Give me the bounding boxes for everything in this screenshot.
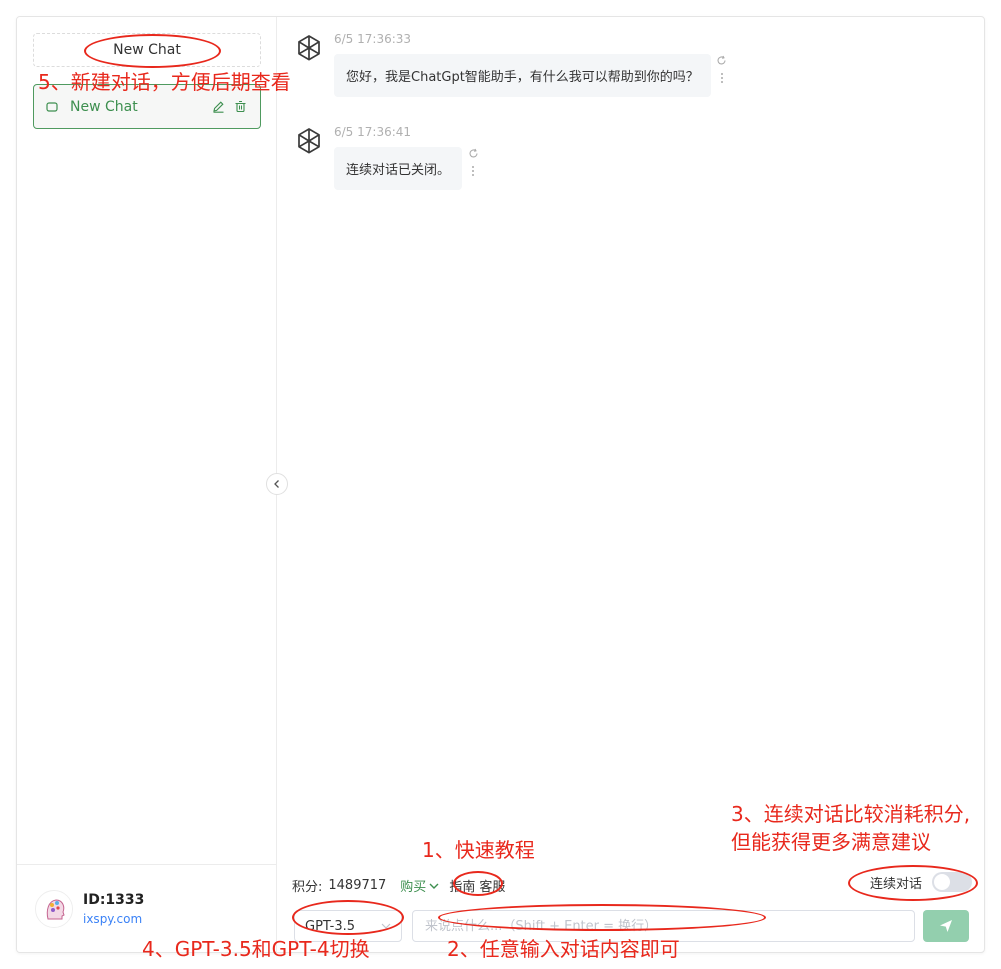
user-site-link[interactable]: ixspy.com: [83, 912, 144, 926]
score-value: 1489717: [328, 878, 387, 893]
score-label: 积分:: [292, 880, 323, 895]
send-icon: [940, 920, 952, 932]
chat-bubble-icon: [46, 100, 60, 114]
more-icon[interactable]: [716, 72, 728, 84]
annotation-circle-input: [438, 904, 766, 931]
openai-logo-icon: [294, 126, 326, 158]
refresh-icon[interactable]: [716, 54, 728, 66]
delete-icon[interactable]: [234, 100, 248, 114]
annotation-4: 4、GPT-3.5和GPT-4切换: [142, 937, 370, 961]
message-bubble: 您好，我是ChatGpt智能助手，有什么我可以帮助到你的吗？: [334, 54, 711, 97]
buy-button[interactable]: 购买: [400, 876, 439, 895]
annotation-circle-new-chat: [84, 34, 221, 68]
collapse-sidebar-button[interactable]: [266, 473, 288, 495]
openai-logo-icon: [294, 33, 326, 65]
annotation-3-line2: 但能获得更多满意建议: [731, 830, 931, 854]
edit-icon[interactable]: [212, 100, 226, 114]
refresh-icon[interactable]: [467, 147, 479, 159]
chevron-down-icon: [429, 883, 439, 889]
more-icon[interactable]: [467, 165, 479, 177]
annotation-2: 2、任意输入对话内容即可: [447, 937, 680, 961]
chat-item-title: New Chat: [70, 98, 138, 115]
annotation-1: 1、快速教程: [422, 838, 535, 862]
sidebar: New Chat New Chat ID:1333 ixspy.com: [17, 17, 277, 952]
user-id: ID:1333: [83, 891, 145, 908]
chevron-left-icon: [274, 480, 279, 488]
message-row: 6/5 17:36:41 连续对话已关闭。: [294, 125, 480, 190]
annotation-circle-guide: [453, 871, 503, 896]
annotation-circle-toggle: [848, 865, 978, 901]
annotation-5: 5、新建对话，方便后期查看: [38, 70, 291, 94]
message-row: 6/5 17:36:33 您好，我是ChatGpt智能助手，有什么我可以帮助到你…: [294, 32, 729, 97]
annotation-circle-model: [292, 900, 404, 935]
annotation-3-line1: 3、连续对话比较消耗积分,: [731, 802, 971, 826]
message-time: 6/5 17:36:41: [334, 125, 412, 139]
buy-label: 购买: [400, 880, 427, 895]
send-button[interactable]: [923, 910, 969, 942]
message-time: 6/5 17:36:33: [334, 32, 412, 46]
user-avatar: [35, 889, 73, 928]
message-bubble: 连续对话已关闭。: [334, 147, 463, 190]
